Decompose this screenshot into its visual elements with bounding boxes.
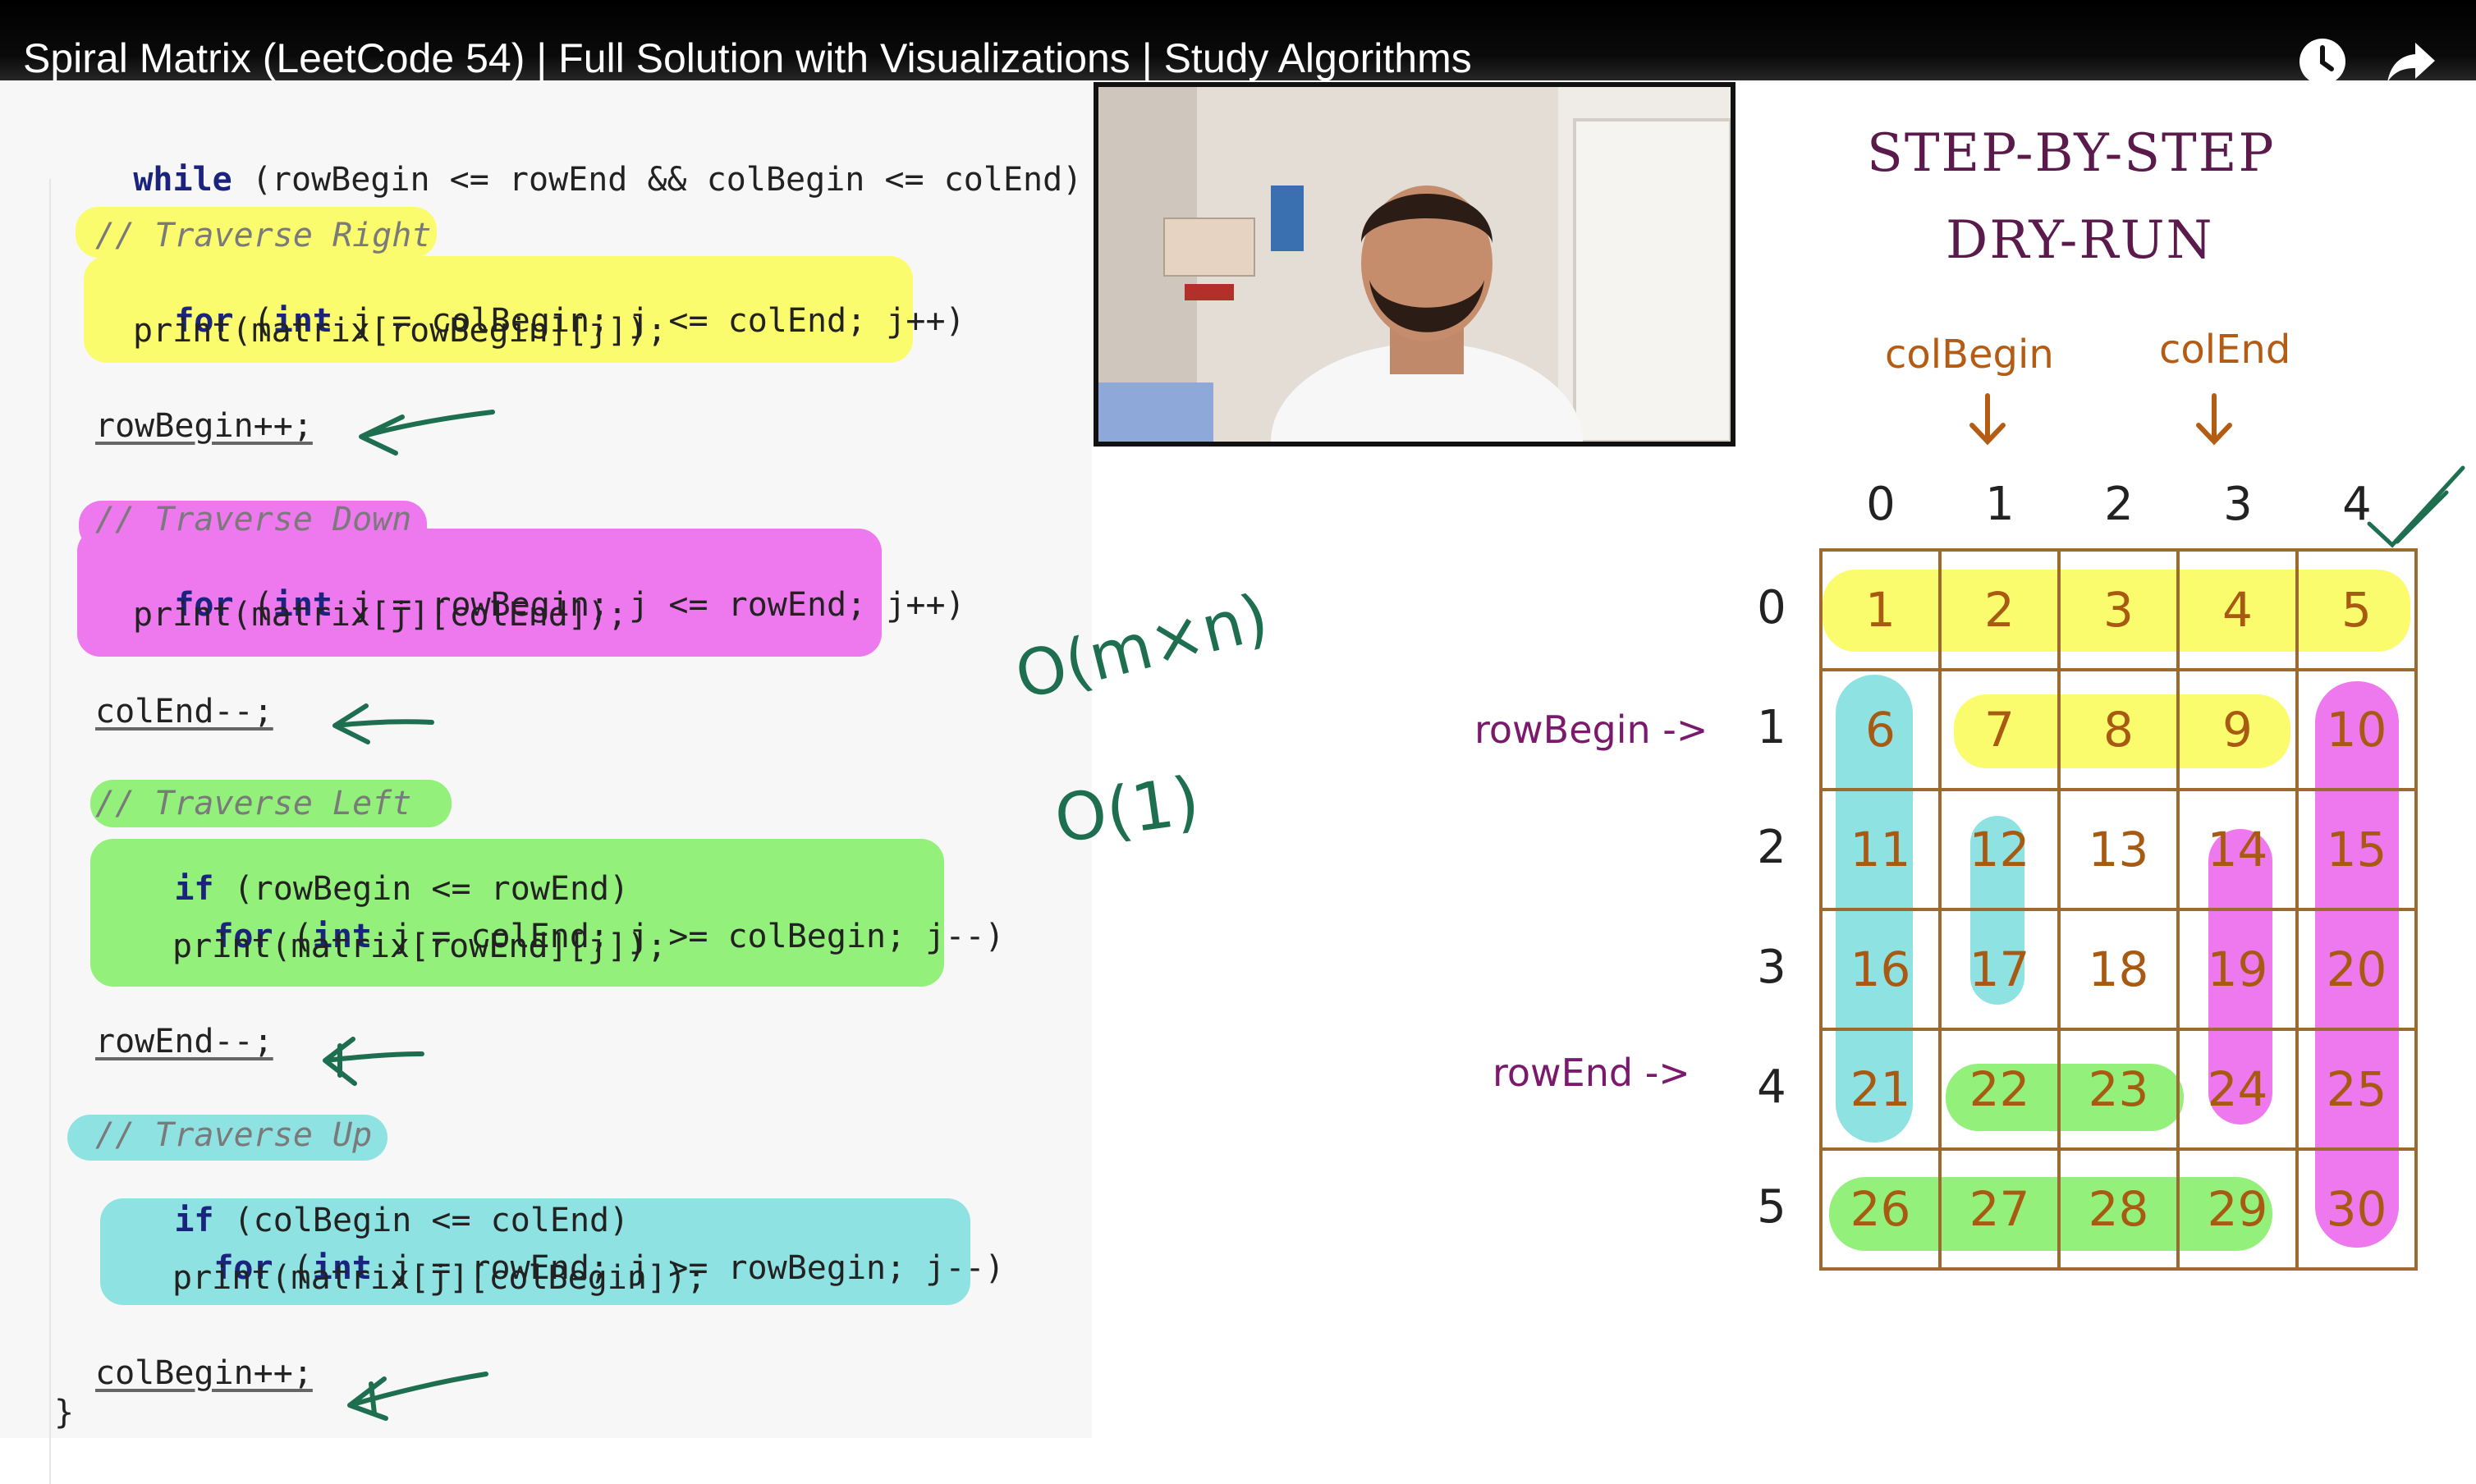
code-closing-brace: }	[54, 1394, 75, 1431]
comment-traverse-left: // Traverse Left	[95, 785, 412, 822]
down-arrow-icon	[1969, 393, 2006, 446]
webcam-overlay	[1094, 82, 1735, 447]
video-title[interactable]: Spiral Matrix (LeetCode 54) | Full Solut…	[23, 34, 1472, 82]
arrow-icon	[332, 703, 434, 744]
matrix-cell: 9	[2176, 668, 2299, 791]
row-index: 0	[1757, 581, 1786, 634]
matrix-cell: 1	[1819, 548, 1942, 671]
arrow-icon	[323, 1037, 424, 1086]
presenter-video	[1098, 87, 1731, 442]
column-index: 1	[1985, 478, 2015, 531]
matrix-cell: 2	[1938, 548, 2061, 671]
matrix-cell: 17	[1938, 908, 2061, 1031]
matrix-cell: 18	[2057, 908, 2180, 1031]
matrix-cell: 8	[2057, 668, 2180, 791]
matrix-cell: 28	[2057, 1147, 2180, 1271]
matrix-cell: 29	[2176, 1147, 2299, 1271]
rowbegin-label: rowBegin ->	[1474, 708, 1708, 752]
matrix-cell: 7	[1938, 668, 2061, 791]
matrix-cell: 30	[2295, 1147, 2418, 1271]
clock-icon[interactable]	[2295, 34, 2350, 89]
code-print-right: print(matrix[rowBegin][j]);	[133, 312, 667, 350]
code-print-up: print(matrix[j][colBegin]);	[172, 1259, 707, 1297]
matrix-cell: 14	[2176, 788, 2299, 911]
code-print-left: print(matrix[rowEnd][j]);	[172, 928, 667, 965]
matrix-cell: 27	[1938, 1147, 2061, 1271]
row-index: 4	[1757, 1060, 1786, 1114]
row-index: 1	[1757, 701, 1786, 754]
matrix-cell: 25	[2295, 1028, 2418, 1151]
matrix-cell: 16	[1819, 908, 1942, 1031]
matrix-cell: 24	[2176, 1028, 2299, 1151]
comment-traverse-down: // Traverse Down	[95, 501, 412, 538]
matrix-cell: 11	[1819, 788, 1942, 911]
column-index: 3	[2223, 478, 2253, 531]
keyword-while: while	[133, 161, 232, 199]
code-colend-dec: colEnd--;	[95, 693, 273, 731]
code-rowbegin-inc: rowBegin++;	[95, 407, 313, 445]
code-panel: while (rowBegin <= rowEnd && colBegin <=…	[0, 80, 1121, 1484]
colend-label: colEnd	[2159, 327, 2291, 373]
matrix-cell: 10	[2295, 668, 2418, 791]
code-rowend-dec: rowEnd--;	[95, 1023, 273, 1060]
column-index: 2	[2104, 478, 2134, 531]
column-index: 0	[1866, 478, 1896, 531]
comment-traverse-right: // Traverse Right	[95, 217, 432, 254]
row-index: 3	[1757, 941, 1786, 994]
rowend-label: rowEnd ->	[1492, 1051, 1690, 1095]
indent-guide	[49, 179, 51, 1484]
row-index: 2	[1757, 821, 1786, 874]
matrix-cell: 20	[2295, 908, 2418, 1031]
code-colbegin-inc: colBegin++;	[95, 1354, 313, 1392]
matrix-cell: 13	[2057, 788, 2180, 911]
matrix-cell: 3	[2057, 548, 2180, 671]
diagram-title-line1: Step-by-Step	[1867, 123, 2276, 184]
matrix-cell: 23	[2057, 1028, 2180, 1151]
matrix-cell: 4	[2176, 548, 2299, 671]
while-condition: (rowBegin <= rowEnd && colBegin <= colEn…	[232, 161, 1122, 199]
code-print-down: print(matrix[j][colEnd]);	[133, 596, 628, 634]
arrow-icon	[347, 1372, 488, 1421]
video-title-bar: Spiral Matrix (LeetCode 54) | Full Solut…	[0, 0, 2476, 85]
matrix-cell: 22	[1938, 1028, 2061, 1151]
comment-traverse-up: // Traverse Up	[95, 1116, 373, 1154]
down-arrow-icon	[2196, 393, 2232, 446]
matrix-cell: 21	[1819, 1028, 1942, 1151]
matrix-cell: 15	[2295, 788, 2418, 911]
matrix-cell: 26	[1819, 1147, 1942, 1271]
row-index: 5	[1757, 1180, 1786, 1234]
matrix-cell: 12	[1938, 788, 2061, 911]
matrix-grid: 1 2 3 4 5 6 7 8 9 10 11 12 13 14 15 16 17 18 19 20 21 22 23 24 2…	[1819, 548, 2418, 1271]
diagram-title-line2: Dry-run	[1946, 210, 2214, 271]
checkmark-icon	[2367, 465, 2465, 548]
matrix-cell: 19	[2176, 908, 2299, 1031]
colbegin-label: colBegin	[1885, 332, 2054, 378]
matrix-cell: 6	[1819, 668, 1942, 791]
matrix-cell: 5	[2295, 548, 2418, 671]
arrow-icon	[359, 410, 495, 456]
share-icon[interactable]	[2384, 34, 2438, 89]
